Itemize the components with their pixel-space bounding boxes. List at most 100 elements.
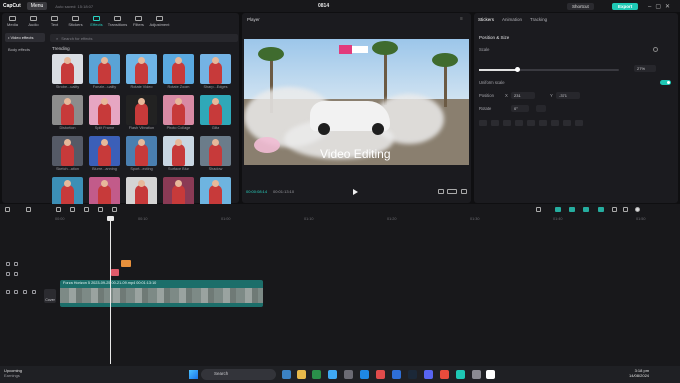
uniform-scale-toggle[interactable] (660, 80, 671, 85)
effect-card[interactable] (163, 177, 194, 204)
scale-slider-handle[interactable] (515, 67, 521, 72)
text-clip[interactable] (111, 269, 119, 276)
align-button[interactable] (503, 120, 511, 126)
tab-audio[interactable]: Audio (23, 13, 44, 29)
effect-card[interactable]: Blurre...anning (89, 136, 120, 171)
playhead[interactable] (107, 216, 114, 364)
effect-card[interactable]: Photo Collage (163, 95, 194, 130)
app-icon[interactable] (472, 370, 481, 379)
shortcut-button[interactable]: Shortcut (567, 2, 594, 10)
app-icon[interactable] (344, 370, 353, 379)
sticker-clip[interactable] (121, 260, 131, 267)
scale-input[interactable]: 27% (634, 65, 656, 72)
effect-card[interactable] (200, 177, 231, 204)
align-button[interactable] (539, 120, 547, 126)
file-explorer-icon[interactable] (297, 370, 306, 379)
app-icon[interactable] (440, 370, 449, 379)
tab-animation[interactable]: Animation (502, 17, 522, 22)
effect-card[interactable]: Fonzie...uality (89, 54, 120, 89)
category-video-effects[interactable]: • Video effects (5, 33, 45, 42)
app-icon[interactable] (456, 370, 465, 379)
category-body-effects[interactable]: Body effects (5, 45, 45, 54)
hamburger-icon[interactable]: ≡ (460, 16, 463, 22)
effect-card[interactable]: Rotate Zoom (163, 54, 194, 89)
capcut-taskbar-icon[interactable] (486, 370, 495, 379)
track-visibility-icon[interactable] (14, 272, 18, 276)
play-icon[interactable] (353, 189, 358, 195)
effect-card[interactable]: Rotate Video (126, 54, 157, 89)
align-button[interactable] (491, 120, 499, 126)
main-track-magnet-icon[interactable] (555, 207, 561, 212)
tab-stickers[interactable]: Stickers (65, 13, 86, 29)
video-clip[interactable]: Forza Horizon 5 2023-09-25 00-21-09.mp4 … (60, 280, 263, 307)
effects-search-input[interactable]: ⌕ Search for effects (50, 34, 238, 42)
fullscreen-crop-icon[interactable] (438, 189, 444, 194)
logo-sticker[interactable] (339, 45, 352, 54)
aspect-ratio-icon[interactable] (447, 189, 457, 194)
app-icon[interactable] (376, 370, 385, 379)
taskbar-search[interactable]: Search (201, 369, 276, 380)
tab-effects[interactable]: Effects (86, 13, 107, 29)
delete-icon[interactable] (98, 207, 103, 212)
app-icon[interactable] (392, 370, 401, 379)
tab-stickers[interactable]: Stickers (478, 17, 494, 22)
task-view-icon[interactable] (282, 370, 291, 379)
track-lock-icon[interactable] (6, 290, 10, 294)
effect-card[interactable]: Distortion (52, 95, 83, 130)
timeline-ruler[interactable]: 00:00 00:10 01:00 01:10 01:20 01:30 01:40 01:50 (55, 216, 680, 224)
rotate-input[interactable]: 0° (511, 105, 529, 112)
project-name[interactable]: 0814 (318, 3, 329, 9)
export-button[interactable]: Export (612, 2, 639, 10)
track-lock-icon[interactable] (6, 262, 10, 266)
effect-card[interactable]: Glitz (200, 95, 231, 130)
position-y-input[interactable]: -371 (556, 92, 580, 99)
reset-icon[interactable] (653, 47, 658, 52)
split-icon[interactable] (56, 207, 61, 212)
store-icon[interactable] (360, 370, 369, 379)
preview-axis-icon[interactable] (598, 207, 604, 212)
effect-card[interactable] (89, 177, 120, 204)
effect-card[interactable]: Flash Vibration (126, 95, 157, 130)
select-tool-icon[interactable] (5, 207, 10, 212)
windows-start-icon[interactable] (189, 370, 198, 379)
undo-icon[interactable] (26, 207, 31, 212)
position-x-input[interactable]: 231 (511, 92, 535, 99)
app-icon[interactable] (312, 370, 321, 379)
zoom-out-icon[interactable] (612, 207, 617, 212)
track-visibility-icon[interactable] (14, 262, 18, 266)
weather-widget[interactable]: Upcoming Earnings (4, 368, 22, 378)
effect-card[interactable]: Sharp...Edges (200, 54, 231, 89)
align-button[interactable] (527, 120, 535, 126)
effect-card[interactable]: Split Frame (89, 95, 120, 130)
tab-text[interactable]: Text (44, 13, 65, 29)
system-clock[interactable]: 3:18 pm 14/08/2024 (629, 368, 649, 378)
split-left-icon[interactable] (70, 207, 75, 212)
cover-button[interactable]: Cover (44, 289, 56, 303)
align-button[interactable] (575, 120, 583, 126)
align-button[interactable] (479, 120, 487, 126)
track-lock-icon[interactable] (6, 272, 10, 276)
discord-icon[interactable] (424, 370, 433, 379)
effect-card[interactable]: Shadow (200, 136, 231, 171)
pink-sticker[interactable] (254, 137, 280, 153)
scale-slider[interactable] (479, 67, 619, 72)
split-right-icon[interactable] (84, 207, 89, 212)
steam-icon[interactable] (408, 370, 417, 379)
effect-card[interactable] (126, 177, 157, 204)
effect-card[interactable]: Surface Blur (163, 136, 194, 171)
window-controls[interactable]: –▢✕ (648, 3, 674, 10)
effect-card[interactable]: Sport...ecting (126, 136, 157, 171)
align-button[interactable] (551, 120, 559, 126)
rotate-dial[interactable] (536, 105, 546, 112)
edge-icon[interactable] (328, 370, 337, 379)
tab-tracking[interactable]: Tracking (530, 17, 547, 22)
tab-media[interactable]: Media (2, 13, 23, 29)
effect-card[interactable]: Lens Quality (52, 177, 83, 204)
tab-filters[interactable]: Filters (128, 13, 149, 29)
zoom-slider-icon[interactable] (635, 207, 640, 212)
expand-icon[interactable] (461, 189, 467, 194)
track-visibility-icon[interactable] (14, 290, 18, 294)
tab-transitions[interactable]: Transitions (107, 13, 128, 29)
track-audio-icon[interactable] (23, 290, 27, 294)
microphone-icon[interactable] (536, 207, 541, 212)
